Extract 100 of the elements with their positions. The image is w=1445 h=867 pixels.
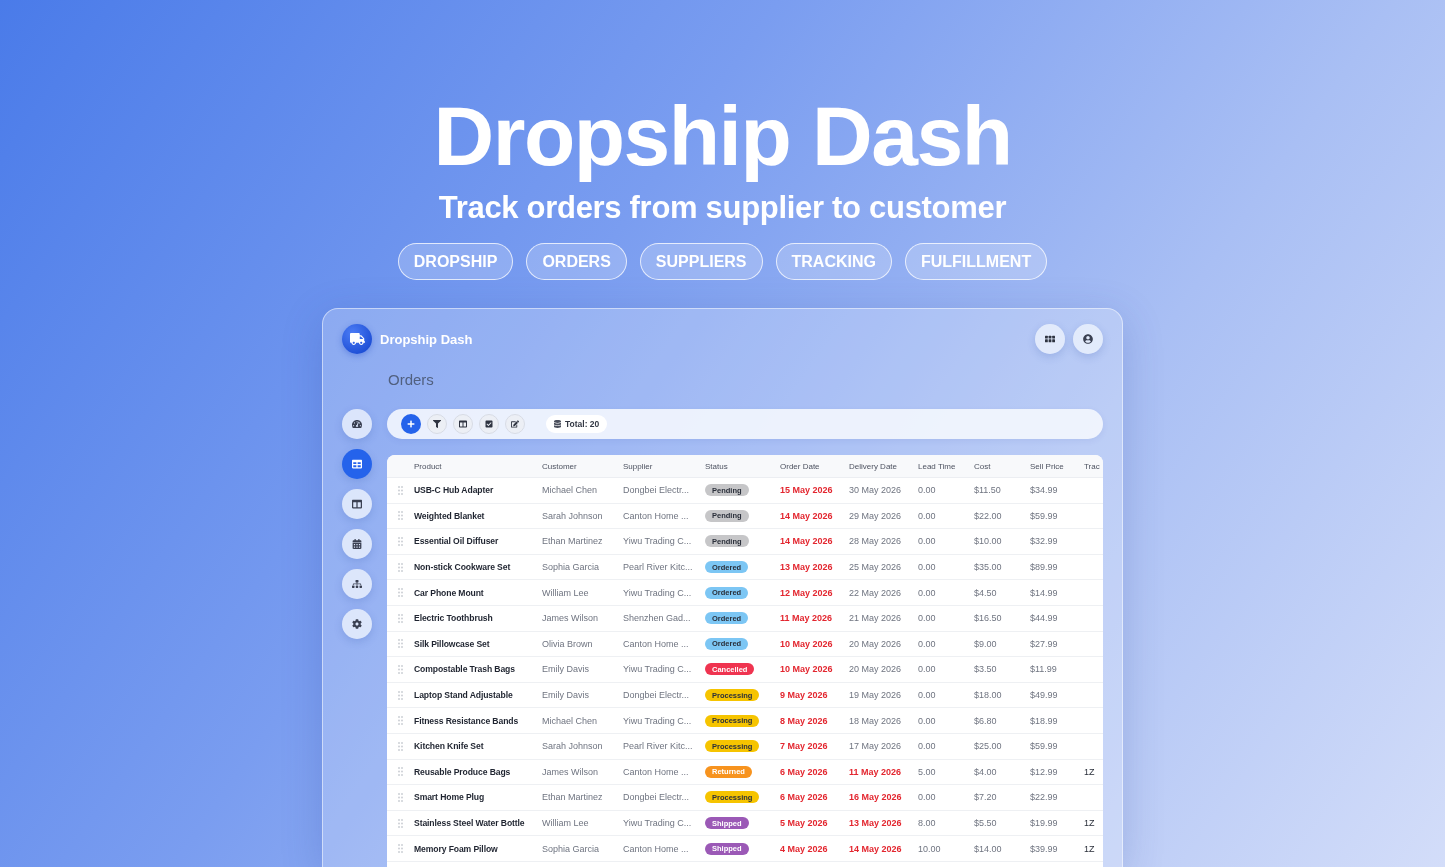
- supplier-name: Yiwu Trading C...: [623, 664, 692, 675]
- drag-handle-icon[interactable]: [398, 690, 403, 700]
- table-view-button[interactable]: [342, 449, 372, 479]
- customer-name: Emily Davis: [542, 690, 589, 701]
- dashboard-button[interactable]: [342, 409, 372, 439]
- column-header[interactable]: Delivery Date: [849, 461, 897, 471]
- columns-icon: [459, 420, 467, 428]
- drag-handle-icon[interactable]: [398, 562, 403, 572]
- drag-handle-icon[interactable]: [398, 716, 403, 726]
- supplier-name: Dongbei Electr...: [623, 792, 690, 803]
- drag-handle-icon[interactable]: [398, 818, 403, 828]
- column-header[interactable]: Supplier: [623, 461, 653, 471]
- order-date: 14 May 2026: [780, 510, 833, 521]
- sell-price: $12.99: [1030, 766, 1058, 777]
- supplier-name: Canton Home ...: [623, 843, 689, 854]
- product-name: Reusable Produce Bags: [414, 766, 511, 777]
- order-date: 6 May 2026: [780, 792, 828, 803]
- sell-price: $59.99: [1030, 510, 1058, 521]
- lead-time: 0.00: [918, 741, 936, 752]
- drag-handle-icon[interactable]: [398, 664, 403, 674]
- hero-subtitle: Track orders from supplier to customer: [438, 189, 1007, 226]
- checkbox-icon: [485, 420, 493, 428]
- column-header[interactable]: Order Date: [780, 461, 820, 471]
- product-name: Smart Home Plug: [414, 792, 485, 803]
- drag-handle-icon[interactable]: [398, 792, 403, 802]
- edit-button[interactable]: [505, 414, 525, 434]
- supplier-name: Yiwu Trading C...: [623, 536, 692, 547]
- order-date: 15 May 2026: [780, 485, 833, 496]
- lead-time: 0.00: [918, 638, 936, 649]
- cost-value: $22.00: [974, 510, 1002, 521]
- plus-icon: [407, 420, 415, 428]
- filter-icon: [433, 420, 441, 428]
- sell-price: $49.99: [1030, 690, 1058, 701]
- column-header[interactable]: Customer: [542, 461, 577, 471]
- apps-menu-button[interactable]: [1035, 324, 1065, 354]
- drag-handle-icon[interactable]: [398, 844, 403, 854]
- customer-name: Sarah Johnson: [542, 741, 603, 752]
- lead-time: 0.00: [918, 664, 936, 675]
- customer-name: James Wilson: [542, 613, 598, 624]
- drag-handle-icon[interactable]: [398, 511, 403, 521]
- delivery-date: 13 May 2026: [849, 818, 902, 828]
- product-name: Stainless Steel Water Bottle: [414, 818, 525, 828]
- calendar-button[interactable]: [342, 529, 372, 559]
- lead-time: 0.00: [918, 792, 936, 803]
- calendar-icon: [352, 539, 362, 549]
- product-name: Car Phone Mount: [414, 587, 484, 598]
- drag-handle-icon[interactable]: [398, 588, 403, 598]
- sell-price: $89.99: [1030, 562, 1058, 573]
- drag-handle-icon[interactable]: [398, 537, 403, 546]
- cost-value: $6.80: [974, 715, 997, 726]
- lead-time: 5.00: [918, 766, 936, 777]
- order-date: 10 May 2026: [780, 638, 833, 649]
- column-header[interactable]: Lead Time: [918, 461, 956, 471]
- supplier-name: Canton Home ...: [623, 766, 689, 777]
- cost-value: $7.20: [974, 792, 997, 803]
- supplier-name: Dongbei Electr...: [623, 485, 690, 496]
- drag-handle-icon[interactable]: [398, 767, 403, 777]
- add-button[interactable]: [401, 414, 421, 434]
- customer-name: William Lee: [542, 587, 589, 598]
- drag-handle-icon[interactable]: [398, 639, 403, 649]
- drag-handle-icon[interactable]: [398, 741, 403, 751]
- settings-button[interactable]: [342, 609, 372, 639]
- customer-name: Michael Chen: [542, 485, 598, 496]
- column-header[interactable]: Cost: [974, 461, 991, 471]
- order-date: 8 May 2026: [780, 715, 828, 726]
- columns-button[interactable]: [453, 414, 473, 434]
- sell-price: $14.99: [1030, 587, 1058, 598]
- select-button[interactable]: [479, 414, 499, 434]
- delivery-date: 17 May 2026: [849, 741, 902, 752]
- edit-icon: [511, 420, 519, 428]
- filter-button[interactable]: [427, 414, 447, 434]
- column-header[interactable]: Trac: [1084, 461, 1100, 471]
- order-date: 11 May 2026: [780, 613, 833, 624]
- supplier-name: Shenzhen Gad...: [623, 613, 691, 624]
- cost-value: $14.00: [974, 843, 1002, 854]
- product-name: Kitchen Knife Set: [414, 741, 484, 752]
- account-button[interactable]: [1073, 324, 1103, 354]
- drag-handle-icon[interactable]: [398, 613, 403, 623]
- lead-time: 0.00: [918, 613, 936, 624]
- hierarchy-button[interactable]: [342, 569, 372, 599]
- column-header[interactable]: Product: [414, 461, 442, 471]
- customer-name: Ethan Martinez: [542, 536, 603, 547]
- cost-value: $11.50: [974, 485, 1001, 496]
- product-name: Electric Toothbrush: [414, 613, 493, 624]
- cost-value: $4.50: [974, 587, 997, 598]
- order-date: 7 May 2026: [780, 741, 828, 752]
- column-header[interactable]: Status: [705, 461, 728, 471]
- customer-name: Emily Davis: [542, 664, 589, 675]
- sell-price: $22.99: [1030, 792, 1058, 803]
- total-count-text: Total: 20: [565, 419, 600, 429]
- database-icon: [554, 420, 561, 428]
- supplier-name: Pearl River Kitc...: [623, 741, 693, 752]
- drag-handle-icon[interactable]: [398, 485, 403, 495]
- supplier-name: Dongbei Electr...: [623, 690, 690, 701]
- board-view-button[interactable]: [342, 489, 372, 519]
- delivery-date: 25 May 2026: [849, 562, 902, 573]
- column-header[interactable]: Sell Price: [1030, 461, 1064, 471]
- cost-value: $25.00: [974, 741, 1002, 752]
- topic-tag: FULFILLMENT: [904, 243, 1048, 280]
- delivery-date: 29 May 2026: [849, 510, 902, 521]
